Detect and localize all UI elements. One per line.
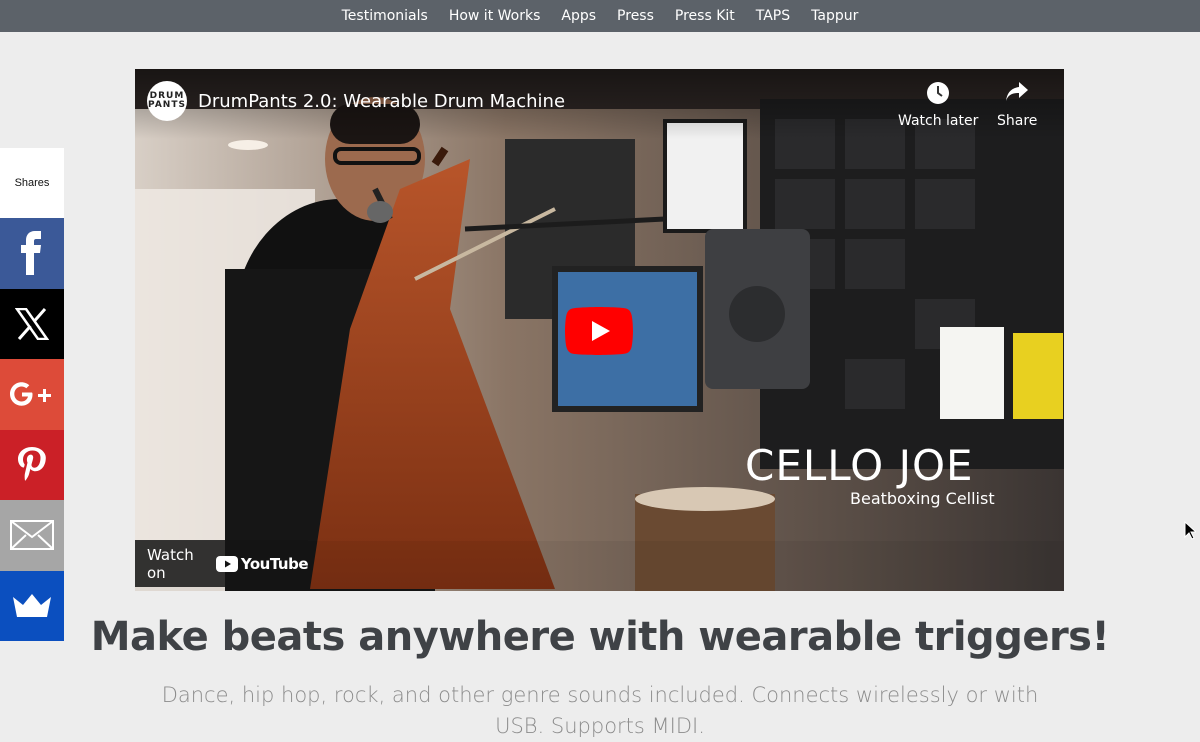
video-overlay-subtitle: Beatboxing Cellist <box>850 489 995 508</box>
watch-later-label: Watch later <box>898 113 979 129</box>
youtube-video-player[interactable]: DRUM PANTS DrumPants 2.0: Wearable Drum … <box>135 69 1064 591</box>
share-count-label: Shares <box>0 148 64 218</box>
email-icon <box>10 520 54 551</box>
page-subtext: Dance, hip hop, rock, and other genre so… <box>161 683 1039 738</box>
x-icon <box>15 307 49 340</box>
youtube-play-icon <box>215 555 238 572</box>
share-video-button[interactable]: Share <box>997 81 1037 129</box>
youtube-logo: YouTube <box>215 554 309 573</box>
nav-press-kit[interactable]: Press Kit <box>675 8 735 24</box>
nav-testimonials[interactable]: Testimonials <box>342 8 428 24</box>
share-arrow-icon <box>1006 82 1029 101</box>
nav-apps[interactable]: Apps <box>561 8 596 24</box>
nav-taps[interactable]: TAPS <box>756 8 790 24</box>
watch-on-label: Watch on <box>147 545 194 582</box>
clock-icon <box>927 82 950 104</box>
nav-press[interactable]: Press <box>617 8 654 24</box>
share-rail: Shares <box>0 148 64 641</box>
video-title[interactable]: DrumPants 2.0: Wearable Drum Machine <box>198 91 565 112</box>
watch-later-button[interactable]: Watch later <box>898 81 978 129</box>
page-headline: Make beats anywhere with wearable trigge… <box>90 614 1110 660</box>
nav-tappur[interactable]: Tappur <box>811 8 858 24</box>
google-plus-icon <box>10 382 51 406</box>
pinterest-icon <box>18 446 46 481</box>
x-share-button[interactable] <box>0 288 64 359</box>
facebook-icon <box>21 231 41 276</box>
share-video-label: Share <box>997 113 1038 129</box>
nav-how-it-works[interactable]: How it Works <box>449 8 541 24</box>
youtube-wordmark: YouTube <box>240 554 309 573</box>
watch-on-youtube-button[interactable]: Watch on YouTube <box>135 540 309 587</box>
channel-logo[interactable]: DRUM PANTS <box>147 81 187 121</box>
email-share-button[interactable] <box>0 500 64 571</box>
google-plus-share-button[interactable] <box>0 359 64 430</box>
top-navigation: Testimonials How it Works Apps Press Pre… <box>0 0 1200 32</box>
pinterest-share-button[interactable] <box>0 429 64 500</box>
video-overlay-title: CELLO JOE <box>745 441 974 490</box>
facebook-share-button[interactable] <box>0 218 64 289</box>
play-button[interactable] <box>565 307 633 355</box>
mouse-cursor-icon <box>1184 521 1196 540</box>
